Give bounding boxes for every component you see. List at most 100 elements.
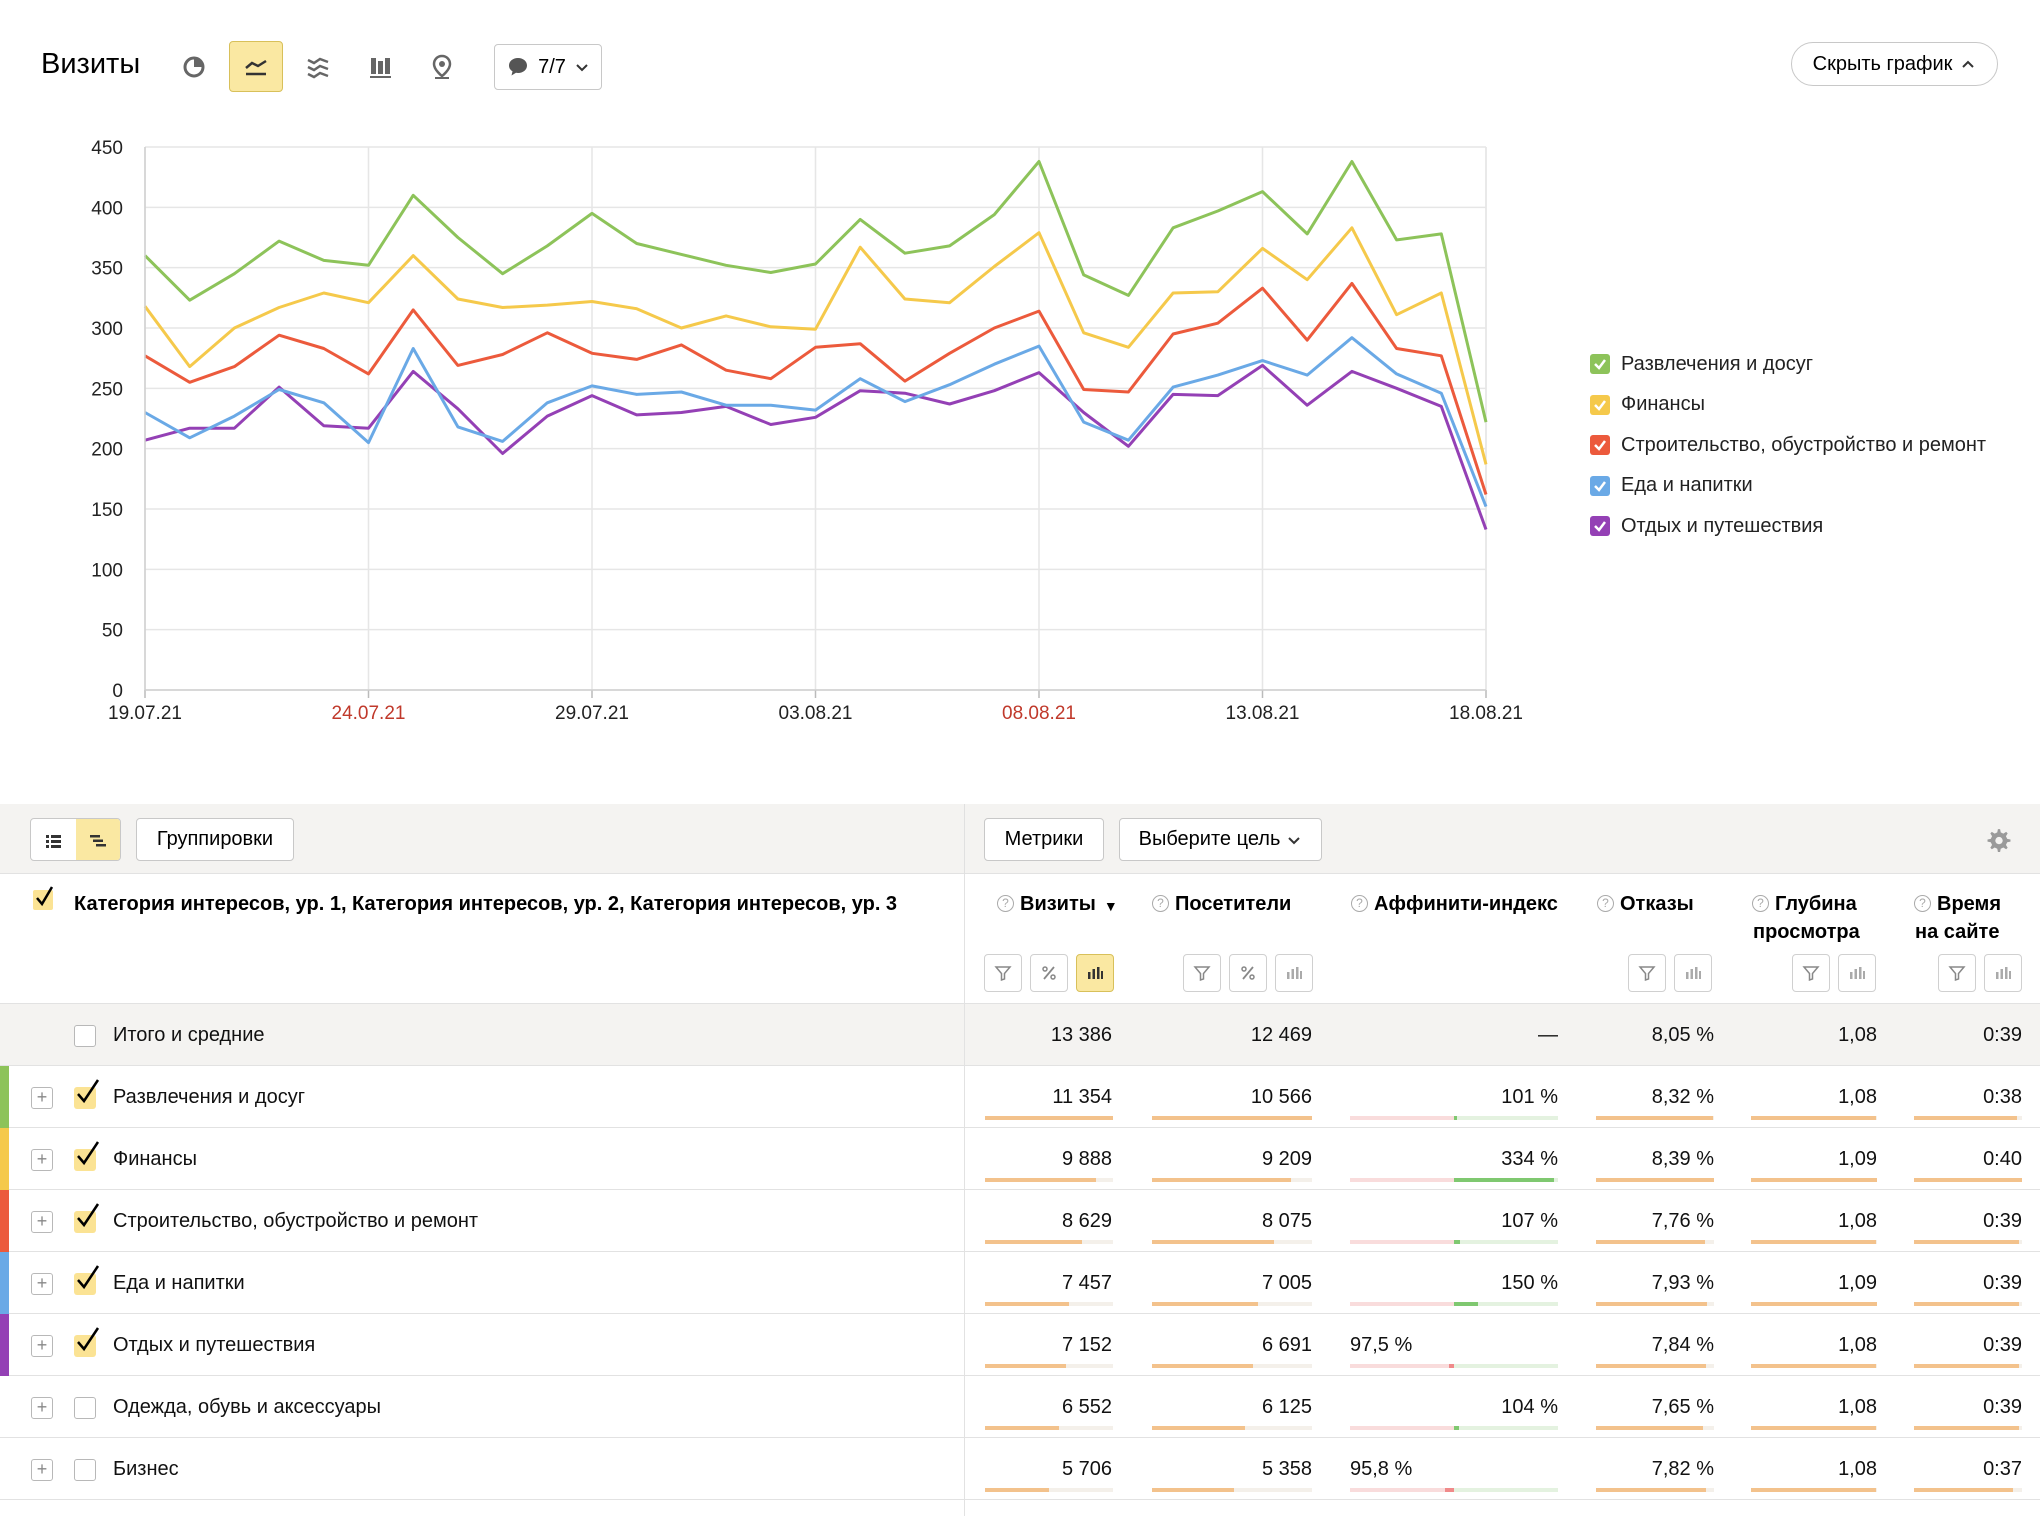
expand-row-button[interactable]: + (31, 1149, 53, 1171)
totals-checkbox[interactable] (74, 1025, 96, 1047)
share-bar-visits (985, 1426, 1113, 1430)
row-label[interactable]: Строительство, обустройство и ремонт (113, 1210, 478, 1233)
column-header-affinity[interactable]: ? Аффинити-индекс (1351, 890, 1581, 918)
percent-button[interactable] (1229, 954, 1267, 992)
filter-button[interactable] (1183, 954, 1221, 992)
table-row[interactable]: + Одежда, обувь и аксессуары 6 552 6 125 7,6… (0, 1376, 2040, 1438)
depth-column-controls (1792, 954, 1876, 992)
bars-button[interactable] (1838, 954, 1876, 992)
area-chart-view-button[interactable] (291, 41, 345, 92)
help-icon[interactable]: ? (1752, 895, 1769, 912)
table-row[interactable]: + Бизнес 5 706 5 358 7,82 % 1,08 0:37 95,8 % (0, 1438, 2040, 1500)
share-bar-depth (1751, 1116, 1877, 1120)
share-bar-fill (1914, 1240, 2019, 1244)
row-label[interactable]: Бизнес (113, 1458, 179, 1481)
legend-checkbox[interactable] (1590, 394, 1610, 415)
bar-chart-view-button[interactable] (353, 41, 407, 92)
share-bar-fill (1152, 1302, 1258, 1306)
totals-visitors: 12 469 (1250, 1024, 1312, 1046)
row-checkbox[interactable] (74, 1397, 96, 1419)
legend-item[interactable]: Развлечения и досуг (1590, 344, 1986, 385)
bars-button[interactable] (1275, 954, 1313, 992)
table-row[interactable]: + Строительство, обустройство и ремонт 8 6… (0, 1190, 2040, 1252)
expand-row-button[interactable]: + (31, 1397, 53, 1419)
legend-checkbox[interactable] (1590, 516, 1610, 537)
groupings-button[interactable]: Группировки (136, 818, 294, 861)
share-bar-fill (1152, 1488, 1234, 1492)
row-checkbox[interactable] (74, 1079, 100, 1109)
share-bar-fill (1751, 1116, 1876, 1120)
table-row[interactable]: + Развлечения и досуг 11 354 10 566 8,32 % 1,… (0, 1066, 2040, 1128)
affinity-bar (1350, 1240, 1558, 1244)
pie-chart-view-button[interactable] (167, 41, 221, 92)
row-label[interactable]: Еда и напитки (113, 1272, 245, 1295)
legend-checkbox[interactable] (1590, 475, 1610, 496)
filter-button[interactable] (1938, 954, 1976, 992)
legend-item[interactable]: Отдых и путешествия (1590, 506, 1986, 547)
share-bar-visitors (1152, 1178, 1312, 1182)
legend-label: Отдых и путешествия (1621, 514, 1824, 537)
share-bar-depth (1751, 1488, 1877, 1492)
bars-button[interactable] (1674, 954, 1712, 992)
column-header-bounce[interactable]: ? Отказы (1597, 890, 1717, 918)
expand-row-button[interactable]: + (31, 1459, 53, 1481)
legend-item[interactable]: Строительство, обустройство и ремонт (1590, 425, 1986, 466)
map-view-button[interactable] (415, 41, 469, 92)
x-tick-label: 24.07.21 (332, 703, 406, 724)
line-chart-view-button[interactable] (229, 41, 283, 92)
row-label[interactable]: Развлечения и досуг (113, 1086, 305, 1109)
affinity-bar-positive (1454, 1240, 1558, 1244)
gear-icon[interactable] (1986, 828, 2012, 854)
expand-row-button[interactable]: + (31, 1087, 53, 1109)
legend-item[interactable]: Еда и напитки (1590, 466, 1986, 507)
help-icon[interactable]: ? (1597, 895, 1614, 912)
row-checkbox[interactable] (74, 1265, 100, 1295)
share-bar-visits (985, 1240, 1113, 1244)
row-color-marker (0, 1252, 9, 1314)
help-icon[interactable]: ? (1152, 895, 1169, 912)
filter-button[interactable] (1792, 954, 1830, 992)
help-icon[interactable]: ? (1914, 895, 1931, 912)
row-checkbox[interactable] (74, 1203, 100, 1233)
expand-row-button[interactable]: + (31, 1335, 53, 1357)
legend-checkbox[interactable] (1590, 354, 1610, 375)
tree-view-button[interactable] (75, 819, 120, 860)
row-label[interactable]: Отдых и путешествия (113, 1334, 315, 1357)
bars-button[interactable] (1984, 954, 2022, 992)
list-view-button[interactable] (31, 819, 76, 860)
visitors-column-controls (1183, 954, 1313, 992)
hide-chart-button[interactable]: Скрыть график (1791, 42, 1998, 86)
legend-item[interactable]: Финансы (1590, 385, 1986, 426)
expand-row-button[interactable]: + (31, 1211, 53, 1233)
column-header-time[interactable]: ? Время на сайте (1914, 890, 2034, 946)
bars-icon (1686, 967, 1701, 979)
row-label[interactable]: Одежда, обувь и аксессуары (113, 1396, 381, 1419)
column-header-time-line2: на сайте (1915, 921, 2000, 943)
filter-button[interactable] (984, 954, 1022, 992)
row-checkbox[interactable] (74, 1327, 100, 1357)
column-header-depth[interactable]: ? Глубина просмотра (1752, 890, 1882, 946)
share-bar-visitors (1152, 1488, 1312, 1492)
table-row[interactable]: + Отдых и путешествия 7 152 6 691 7,84 % 1,08… (0, 1314, 2040, 1376)
goal-select[interactable]: Выберите цель (1119, 818, 1322, 861)
share-bar-fill (985, 1302, 1069, 1306)
legend-checkbox[interactable] (1590, 435, 1610, 456)
percent-button[interactable] (1030, 954, 1068, 992)
filter-button[interactable] (1628, 954, 1666, 992)
column-header-visitors[interactable]: ? Посетители (1152, 890, 1322, 918)
comments-button[interactable]: 7/7 (494, 44, 602, 90)
cell-visits: 7 457 (1061, 1272, 1112, 1294)
metrics-button[interactable]: Метрики (984, 818, 1104, 861)
help-icon[interactable]: ? (997, 895, 1014, 912)
bars-button[interactable] (1076, 954, 1114, 992)
dimension-title[interactable]: Категория интересов, ур. 1, Категория ин… (30, 890, 910, 918)
table-row[interactable]: + Еда и напитки 7 457 7 005 7,93 % 1,09 0:39 15… (0, 1252, 2040, 1314)
row-checkbox[interactable] (74, 1459, 96, 1481)
row-label[interactable]: Финансы (113, 1148, 197, 1171)
filter-icon (1948, 966, 1966, 982)
column-header-visits[interactable]: ? Визиты ▼ (997, 890, 1127, 920)
row-checkbox[interactable] (74, 1141, 100, 1171)
help-icon[interactable]: ? (1351, 895, 1368, 912)
expand-row-button[interactable]: + (31, 1273, 53, 1295)
table-row[interactable]: + Финансы 9 888 9 209 8,39 % 1,09 0:40 334 % (0, 1128, 2040, 1190)
